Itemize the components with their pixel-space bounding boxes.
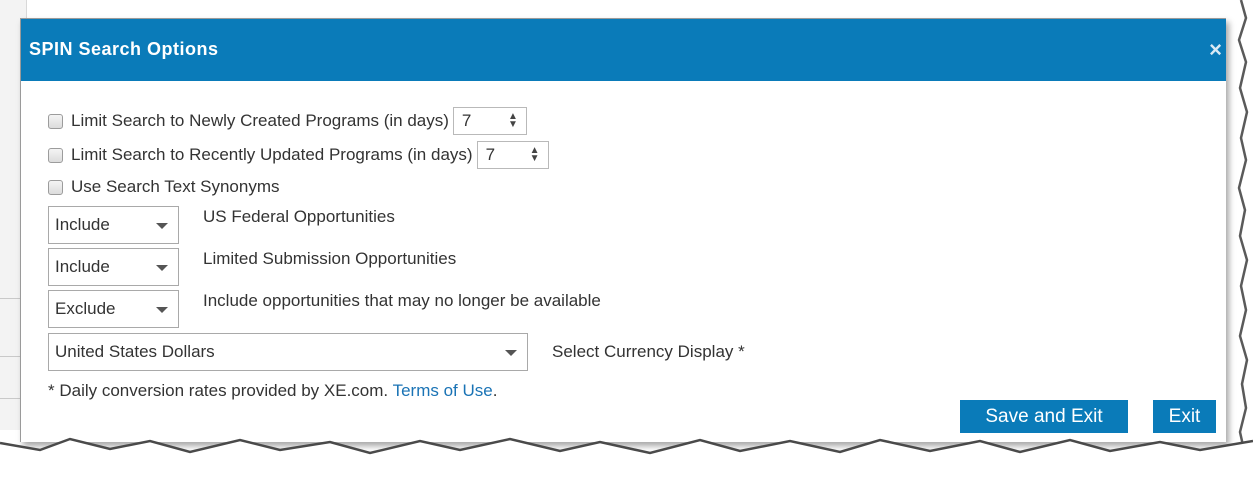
- unavailable-filter-value: Exclude: [55, 299, 116, 318]
- close-icon[interactable]: ×: [1209, 37, 1222, 63]
- federal-filter-label: US Federal Opportunities: [203, 207, 395, 226]
- conversion-note-period: .: [492, 381, 498, 400]
- federal-filter-row: Include US Federal Opportunities: [48, 206, 395, 244]
- new-programs-checkbox[interactable]: [48, 113, 63, 129]
- unavailable-filter-select[interactable]: Exclude: [48, 290, 179, 328]
- limited-submission-filter-label: Limited Submission Opportunities: [203, 249, 457, 268]
- new-programs-option: Limit Search to Newly Created Programs (…: [48, 107, 527, 135]
- new-programs-label: Limit Search to Newly Created Programs (…: [71, 111, 449, 130]
- chevron-down-icon: [156, 265, 168, 271]
- updated-programs-label: Limit Search to Recently Updated Program…: [71, 145, 473, 164]
- background-divider: [0, 298, 22, 299]
- spinner-arrows-icon[interactable]: ▲ ▼: [530, 146, 540, 164]
- unavailable-filter-label: Include opportunities that may no longer…: [203, 291, 601, 310]
- updated-programs-option: Limit Search to Recently Updated Program…: [48, 141, 549, 169]
- chevron-down-icon: [505, 350, 517, 356]
- terms-of-use-link[interactable]: Terms of Use: [393, 381, 493, 400]
- federal-filter-select[interactable]: Include: [48, 206, 179, 244]
- limited-submission-filter-row: Include Limited Submission Opportunities: [48, 248, 456, 286]
- search-options-dialog: SPIN Search Options × Limit Search to Ne…: [20, 18, 1226, 442]
- chevron-down-icon: [156, 223, 168, 229]
- synonyms-option: Use Search Text Synonyms: [48, 177, 280, 197]
- new-programs-days-stepper[interactable]: 7 ▲ ▼: [452, 107, 527, 135]
- currency-label: Select Currency Display *: [552, 342, 745, 361]
- synonyms-label: Use Search Text Synonyms: [71, 177, 280, 196]
- chevron-down-icon: [156, 307, 168, 313]
- currency-row: United States Dollars Select Currency Di…: [48, 333, 745, 371]
- limited-submission-filter-select[interactable]: Include: [48, 248, 179, 286]
- exit-button[interactable]: Exit: [1153, 400, 1216, 433]
- unavailable-filter-row: Exclude Include opportunities that may n…: [48, 290, 601, 328]
- updated-programs-days-stepper[interactable]: 7 ▲ ▼: [476, 141, 549, 169]
- background-divider: [0, 356, 22, 357]
- updated-programs-checkbox[interactable]: [48, 147, 63, 163]
- dialog-titlebar: SPIN Search Options ×: [21, 19, 1226, 81]
- currency-value: United States Dollars: [55, 342, 215, 361]
- background-divider: [0, 398, 22, 399]
- limited-submission-filter-value: Include: [55, 257, 110, 276]
- new-programs-days-value: 7: [461, 111, 472, 130]
- synonyms-checkbox[interactable]: [48, 179, 63, 195]
- currency-select[interactable]: United States Dollars: [48, 333, 528, 371]
- conversion-note-text: * Daily conversion rates provided by XE.…: [48, 381, 389, 400]
- conversion-note: * Daily conversion rates provided by XE.…: [48, 381, 497, 401]
- updated-programs-days-value: 7: [485, 145, 496, 164]
- federal-filter-value: Include: [55, 215, 110, 234]
- save-and-exit-button[interactable]: Save and Exit: [960, 400, 1128, 433]
- dialog-title: SPIN Search Options: [29, 39, 219, 59]
- spinner-arrows-icon[interactable]: ▲ ▼: [508, 112, 518, 130]
